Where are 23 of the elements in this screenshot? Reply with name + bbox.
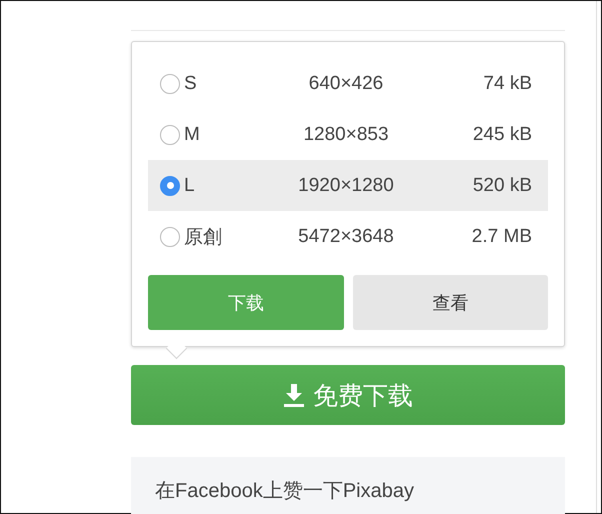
dimensions-text: 1920×1280 [297, 174, 395, 196]
size-option[interactable]: 原創 5472×3648 2.7 MB [148, 211, 548, 262]
filesize-text: 245 kB [472, 124, 532, 146]
size-label: M [184, 124, 200, 146]
radio-button[interactable] [160, 176, 180, 196]
download-icon [283, 383, 305, 407]
radio-button[interactable] [160, 226, 180, 246]
size-label: 原創 [184, 226, 222, 250]
filesize-text: 520 kB [472, 174, 532, 196]
size-label: L [184, 174, 195, 196]
filesize-text: 74 kB [482, 72, 532, 94]
dimensions-text: 640×426 [308, 72, 384, 94]
size-label: S [184, 72, 197, 94]
radio-button[interactable] [160, 124, 180, 144]
view-button[interactable]: 查看 [352, 275, 548, 330]
facebook-like-text: 在Facebook上赞一下Pixabay [155, 480, 414, 502]
radio-button[interactable] [160, 74, 180, 94]
dimensions-text: 5472×3648 [297, 226, 395, 248]
size-option[interactable]: L 1920×1280 520 kB [148, 160, 548, 211]
size-option[interactable]: S 640×426 74 kB [148, 58, 548, 109]
filesize-text: 2.7 MB [470, 226, 532, 248]
dimensions-text: 1280×853 [302, 124, 390, 146]
size-option[interactable]: M 1280×853 245 kB [148, 109, 548, 160]
